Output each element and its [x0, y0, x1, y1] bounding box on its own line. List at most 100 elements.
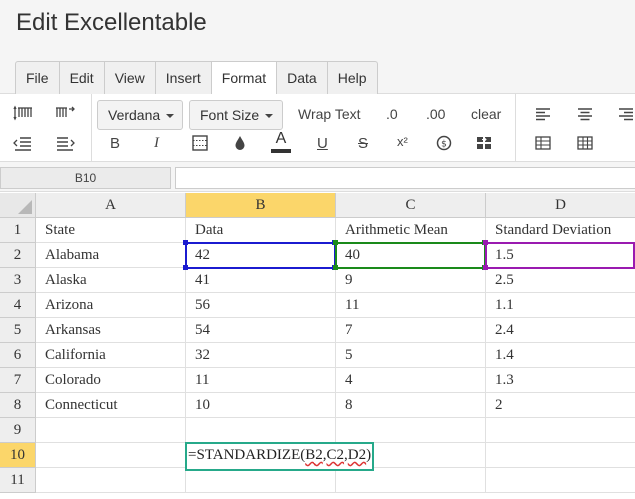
cell-d11[interactable]: [486, 468, 635, 493]
row-header-11[interactable]: 11: [0, 468, 36, 493]
cell-d4[interactable]: 1.1: [486, 293, 635, 318]
underline-button[interactable]: U: [317, 135, 328, 152]
cell-c2[interactable]: 40: [336, 243, 486, 268]
row-header-1[interactable]: 1: [0, 218, 36, 243]
align-left-icon[interactable]: [534, 106, 552, 122]
cell-editor-b10[interactable]: =STANDARDIZE(B2,C2,D2): [185, 442, 374, 471]
cell-d1[interactable]: Standard Deviation: [486, 218, 635, 243]
cell-b4[interactable]: 56: [186, 293, 336, 318]
row-header-10[interactable]: 10: [0, 443, 36, 468]
tab-insert[interactable]: Insert: [156, 62, 212, 94]
row-header-5[interactable]: 5: [0, 318, 36, 343]
superscript-button[interactable]: x²: [397, 134, 408, 149]
column-width-increase-icon[interactable]: [54, 104, 76, 122]
cell-b1[interactable]: Data: [186, 218, 336, 243]
formula-input[interactable]: [175, 167, 635, 189]
wrap-text-button[interactable]: Wrap Text: [298, 106, 361, 122]
cell-c3[interactable]: 9: [336, 268, 486, 293]
cell-c7[interactable]: 4: [336, 368, 486, 393]
formula-ref-d2: D2: [347, 447, 367, 463]
font-size-value: Font Size: [200, 107, 260, 123]
cell-d10[interactable]: [486, 443, 635, 468]
italic-button[interactable]: I: [154, 135, 159, 152]
merge-cells-icon[interactable]: [475, 134, 493, 152]
column-header-c[interactable]: C: [336, 193, 486, 218]
cell-c4[interactable]: 11: [336, 293, 486, 318]
grid-icon[interactable]: [576, 135, 594, 151]
cell-d6[interactable]: 1.4: [486, 343, 635, 368]
column-header-a[interactable]: A: [36, 193, 186, 218]
ref-handle: [183, 265, 188, 270]
table-icon[interactable]: [534, 135, 552, 151]
font-family-dropdown[interactable]: Verdana: [97, 100, 183, 130]
cell-b9[interactable]: [186, 418, 336, 443]
cell-reference-box[interactable]: B10: [0, 167, 171, 189]
tab-edit[interactable]: Edit: [60, 62, 105, 94]
cell-b8[interactable]: 10: [186, 393, 336, 418]
column-header-d[interactable]: D: [486, 193, 635, 218]
borders-icon[interactable]: [191, 134, 209, 152]
cell-d8[interactable]: 2: [486, 393, 635, 418]
cell-b5[interactable]: 54: [186, 318, 336, 343]
tab-help[interactable]: Help: [328, 62, 377, 94]
cell-a9[interactable]: [36, 418, 186, 443]
row-header-6[interactable]: 6: [0, 343, 36, 368]
clear-button[interactable]: clear: [471, 106, 501, 122]
cell-c11[interactable]: [336, 468, 486, 493]
cell-a8[interactable]: Connecticut: [36, 393, 186, 418]
cell-d9[interactable]: [486, 418, 635, 443]
row-header-8[interactable]: 8: [0, 393, 36, 418]
bold-button[interactable]: B: [110, 135, 120, 152]
cell-a7[interactable]: Colorado: [36, 368, 186, 393]
cell-b2[interactable]: 42: [186, 243, 336, 268]
decimal-increase-button[interactable]: .00: [426, 106, 445, 122]
decimal-decrease-button[interactable]: .0: [386, 106, 398, 122]
cell-c8[interactable]: 8: [336, 393, 486, 418]
ref-handle: [483, 265, 488, 270]
tab-data[interactable]: Data: [277, 62, 328, 94]
menu-bar: File Edit View Insert Format Data Help: [0, 52, 635, 95]
text-color-button[interactable]: A: [270, 130, 292, 154]
cell-d5[interactable]: 2.4: [486, 318, 635, 343]
cell-b7[interactable]: 11: [186, 368, 336, 393]
tab-format[interactable]: Format: [211, 62, 278, 95]
tab-view[interactable]: View: [105, 62, 156, 94]
cell-d3[interactable]: 2.5: [486, 268, 635, 293]
align-center-icon[interactable]: [576, 106, 594, 122]
indent-increase-icon[interactable]: [54, 134, 76, 154]
cell-a5[interactable]: Arkansas: [36, 318, 186, 343]
cell-a6[interactable]: California: [36, 343, 186, 368]
formula-ref-b2: B2: [305, 447, 323, 463]
align-right-icon[interactable]: [618, 106, 635, 122]
cell-b6[interactable]: 32: [186, 343, 336, 368]
row-header-4[interactable]: 4: [0, 293, 36, 318]
cell-d2[interactable]: 1.5: [486, 243, 635, 268]
formula-ref-c2: C2: [326, 447, 345, 463]
cell-a1[interactable]: State: [36, 218, 186, 243]
currency-icon[interactable]: $: [435, 134, 453, 152]
cell-b3[interactable]: 41: [186, 268, 336, 293]
cell-a4[interactable]: Arizona: [36, 293, 186, 318]
row-header-3[interactable]: 3: [0, 268, 36, 293]
row-header-2[interactable]: 2: [0, 243, 36, 268]
cell-d7[interactable]: 1.3: [486, 368, 635, 393]
select-all-corner[interactable]: [0, 193, 36, 218]
cell-c9[interactable]: [336, 418, 486, 443]
cell-b11[interactable]: [186, 468, 336, 493]
tab-file[interactable]: File: [16, 62, 60, 94]
indent-decrease-icon[interactable]: [12, 134, 34, 154]
cell-a2[interactable]: Alabama: [36, 243, 186, 268]
font-size-dropdown[interactable]: Font Size: [189, 100, 283, 130]
cell-c6[interactable]: 5: [336, 343, 486, 368]
cell-a3[interactable]: Alaska: [36, 268, 186, 293]
cell-a11[interactable]: [36, 468, 186, 493]
cell-c5[interactable]: 7: [336, 318, 486, 343]
row-height-increase-icon[interactable]: [12, 104, 34, 122]
cell-c1[interactable]: Arithmetic Mean: [336, 218, 486, 243]
row-header-9[interactable]: 9: [0, 418, 36, 443]
column-header-b[interactable]: B: [186, 193, 336, 218]
row-header-7[interactable]: 7: [0, 368, 36, 393]
cell-a10[interactable]: [36, 443, 186, 468]
strikethrough-button[interactable]: S: [358, 135, 368, 152]
fill-color-icon[interactable]: [231, 134, 249, 152]
